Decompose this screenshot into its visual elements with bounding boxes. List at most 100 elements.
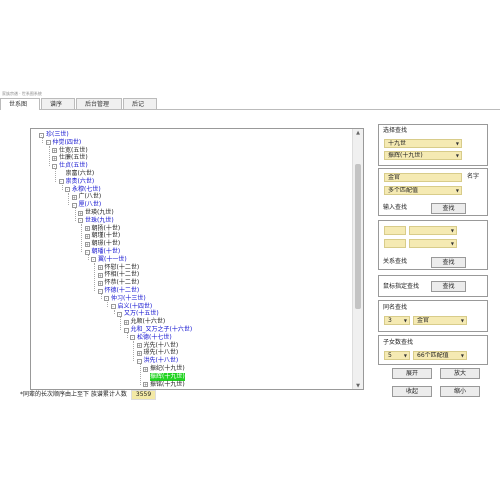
tree-node-label[interactable]: 珍(三世): [46, 131, 69, 139]
collapse-toggle-icon[interactable]: -: [130, 335, 135, 341]
expand-toggle-icon[interactable]: +: [136, 350, 142, 356]
collapse-toggle-icon[interactable]: -: [65, 187, 70, 193]
tab-afterword[interactable]: 后记: [123, 98, 158, 109]
scroll-down-icon[interactable]: ▼: [353, 382, 363, 389]
collapse-button[interactable]: 收起: [392, 386, 432, 397]
tree-node-label[interactable]: 怀德(十二世): [105, 287, 140, 295]
collapse-toggle-icon[interactable]: -: [117, 311, 122, 317]
collapse-toggle-icon[interactable]: -: [39, 132, 44, 138]
tree-node[interactable]: - 仲觉(四世): [45, 139, 82, 147]
tree-node[interactable]: - 世珠(九世): [78, 217, 114, 225]
relation-select-2a[interactable]: [384, 239, 406, 248]
tree-node[interactable]: 振辉(十九世): [143, 372, 185, 381]
tree-node-label[interactable]: 允和_又万之子(十六世): [131, 326, 193, 334]
tree-node-label[interactable]: 朝璟(十世): [92, 240, 121, 248]
collapse-toggle-icon[interactable]: -: [84, 249, 90, 255]
vertical-scrollbar[interactable]: ▲ ▼: [352, 129, 363, 389]
tree-node-label[interactable]: 怀恭(十二世): [105, 279, 140, 287]
tree-node-label[interactable]: 洪先(十八世): [144, 357, 179, 365]
tree-node[interactable]: + 允顺(十六世): [123, 318, 166, 326]
expand-toggle-icon[interactable]: +: [52, 155, 57, 161]
tree-node-label[interactable]: 崇贵(六世): [66, 178, 95, 186]
tab-genealogy-tree[interactable]: 世系图: [0, 98, 41, 110]
tree-node-label[interactable]: 振辉(十九世): [150, 372, 185, 381]
name-input[interactable]: 金官: [384, 173, 462, 182]
expand-toggle-icon[interactable]: +: [123, 319, 129, 325]
expand-toggle-icon[interactable]: +: [143, 366, 148, 372]
tree-node-label[interactable]: 振铭(十九世): [150, 381, 185, 389]
tree-node-label[interactable]: 崇富(六世): [66, 170, 95, 178]
expand-toggle-icon[interactable]: +: [84, 241, 90, 247]
expand-toggle-icon[interactable]: +: [143, 382, 148, 388]
tree-node[interactable]: - 洪先(十八世): [136, 357, 179, 365]
genealogy-tree-view[interactable]: - 珍(三世) - 仲觉(四世) + 仕宽(五世) + 仕廉(五世) - 仕贞(五世) 崇富(六世)…: [30, 128, 364, 390]
relation-find-button[interactable]: 查找: [431, 257, 466, 268]
tab-preface[interactable]: 谱序: [41, 98, 76, 109]
tree-node-label[interactable]: 仕贞(五世): [59, 162, 88, 170]
tree-node-label[interactable]: 松德(十七世): [137, 334, 172, 342]
generation-select[interactable]: 十九世 ▼: [384, 139, 462, 148]
collapse-toggle-icon[interactable]: -: [110, 304, 116, 310]
collapse-toggle-icon[interactable]: -: [58, 179, 64, 185]
tab-admin[interactable]: 后台管理: [76, 98, 123, 109]
tree-node[interactable]: - 翼(十一世): [91, 256, 127, 264]
tree-node[interactable]: + 振纪(十九世): [143, 365, 185, 373]
expand-toggle-icon[interactable]: +: [78, 210, 83, 216]
expand-toggle-icon[interactable]: +: [136, 343, 142, 349]
collapse-toggle-icon[interactable]: -: [78, 218, 83, 224]
relation-select-1b[interactable]: ▼: [409, 226, 457, 235]
expand-toggle-icon[interactable]: +: [97, 272, 103, 278]
tree-node[interactable]: 崇富(六世): [59, 170, 95, 178]
scroll-thumb[interactable]: [355, 164, 361, 309]
collapse-toggle-icon[interactable]: -: [71, 202, 77, 208]
tree-node[interactable]: - 仕贞(五世): [52, 162, 88, 170]
scroll-up-icon[interactable]: ▲: [353, 129, 363, 138]
tree-node-label[interactable]: 世瑛(九世): [85, 209, 114, 217]
tree-node[interactable]: - 崇贵(六世): [58, 178, 95, 186]
tree-node-label[interactable]: 仲习(十三世): [111, 295, 146, 303]
expand-toggle-icon[interactable]: +: [97, 265, 103, 271]
person-select[interactable]: 振辉(十九世) ▼: [384, 151, 462, 160]
tree-node[interactable]: + 怀恭(十二世): [97, 279, 140, 287]
tree-node[interactable]: - 珍(三世): [39, 131, 69, 139]
tree-node[interactable]: - 仲习(十三世): [104, 295, 146, 303]
collapse-toggle-icon[interactable]: -: [136, 358, 142, 364]
tree-node[interactable]: + 世瑛(九世): [78, 209, 114, 217]
tree-node-label[interactable]: 仲觉(四世): [53, 139, 82, 147]
tree-node[interactable]: - 怀德(十二世): [97, 287, 140, 295]
expand-button[interactable]: 展开: [392, 368, 432, 379]
children-match-select[interactable]: 66个匹配值 ▼: [413, 351, 467, 360]
tree-node-label[interactable]: 翼(十一世): [98, 256, 127, 264]
tree-node-label[interactable]: 厘(八世): [79, 201, 102, 209]
zoom-in-button[interactable]: 放大: [440, 368, 480, 379]
tree-node[interactable]: - 厘(八世): [71, 201, 102, 209]
zoom-out-button[interactable]: 缩小: [440, 386, 480, 397]
collapse-toggle-icon[interactable]: -: [91, 257, 96, 263]
match-select[interactable]: 多个匹配值 ▼: [384, 186, 462, 195]
collapse-toggle-icon[interactable]: -: [52, 163, 57, 169]
collapse-toggle-icon[interactable]: -: [123, 327, 129, 333]
tree-node-label[interactable]: 允顺(十六世): [131, 318, 166, 326]
expand-toggle-icon[interactable]: +: [84, 226, 90, 232]
tree-node-label[interactable]: 世珠(九世): [85, 217, 114, 225]
collapse-toggle-icon[interactable]: -: [97, 288, 103, 294]
tree-node[interactable]: - 松德(十七世): [130, 334, 172, 342]
collapse-toggle-icon[interactable]: -: [104, 296, 109, 302]
same-name-select[interactable]: 金官 ▼: [413, 316, 467, 325]
expand-toggle-icon[interactable]: +: [52, 148, 57, 154]
input-find-button[interactable]: 查找: [431, 203, 466, 214]
expand-toggle-icon[interactable]: +: [84, 233, 90, 239]
collapse-toggle-icon[interactable]: -: [45, 140, 51, 146]
tree-node[interactable]: - 朝璠(十世): [84, 248, 121, 256]
tree-node[interactable]: + 朝璟(十世): [84, 240, 121, 248]
mouse-find-button[interactable]: 查找: [431, 281, 466, 292]
tree-node-label[interactable]: 振纪(十九世): [150, 365, 185, 373]
expand-toggle-icon[interactable]: +: [97, 280, 103, 286]
tree-node[interactable]: + 振铭(十九世): [143, 381, 185, 389]
tree-node[interactable]: - 允和_又万之子(十六世): [123, 326, 193, 334]
same-name-count-select[interactable]: 3 ▼: [384, 316, 410, 325]
tree-node-label[interactable]: 朝璠(十世): [92, 248, 121, 256]
children-count-select[interactable]: 5 ▼: [384, 351, 410, 360]
expand-toggle-icon[interactable]: +: [71, 194, 77, 200]
relation-select-2b[interactable]: ▼: [409, 239, 457, 248]
